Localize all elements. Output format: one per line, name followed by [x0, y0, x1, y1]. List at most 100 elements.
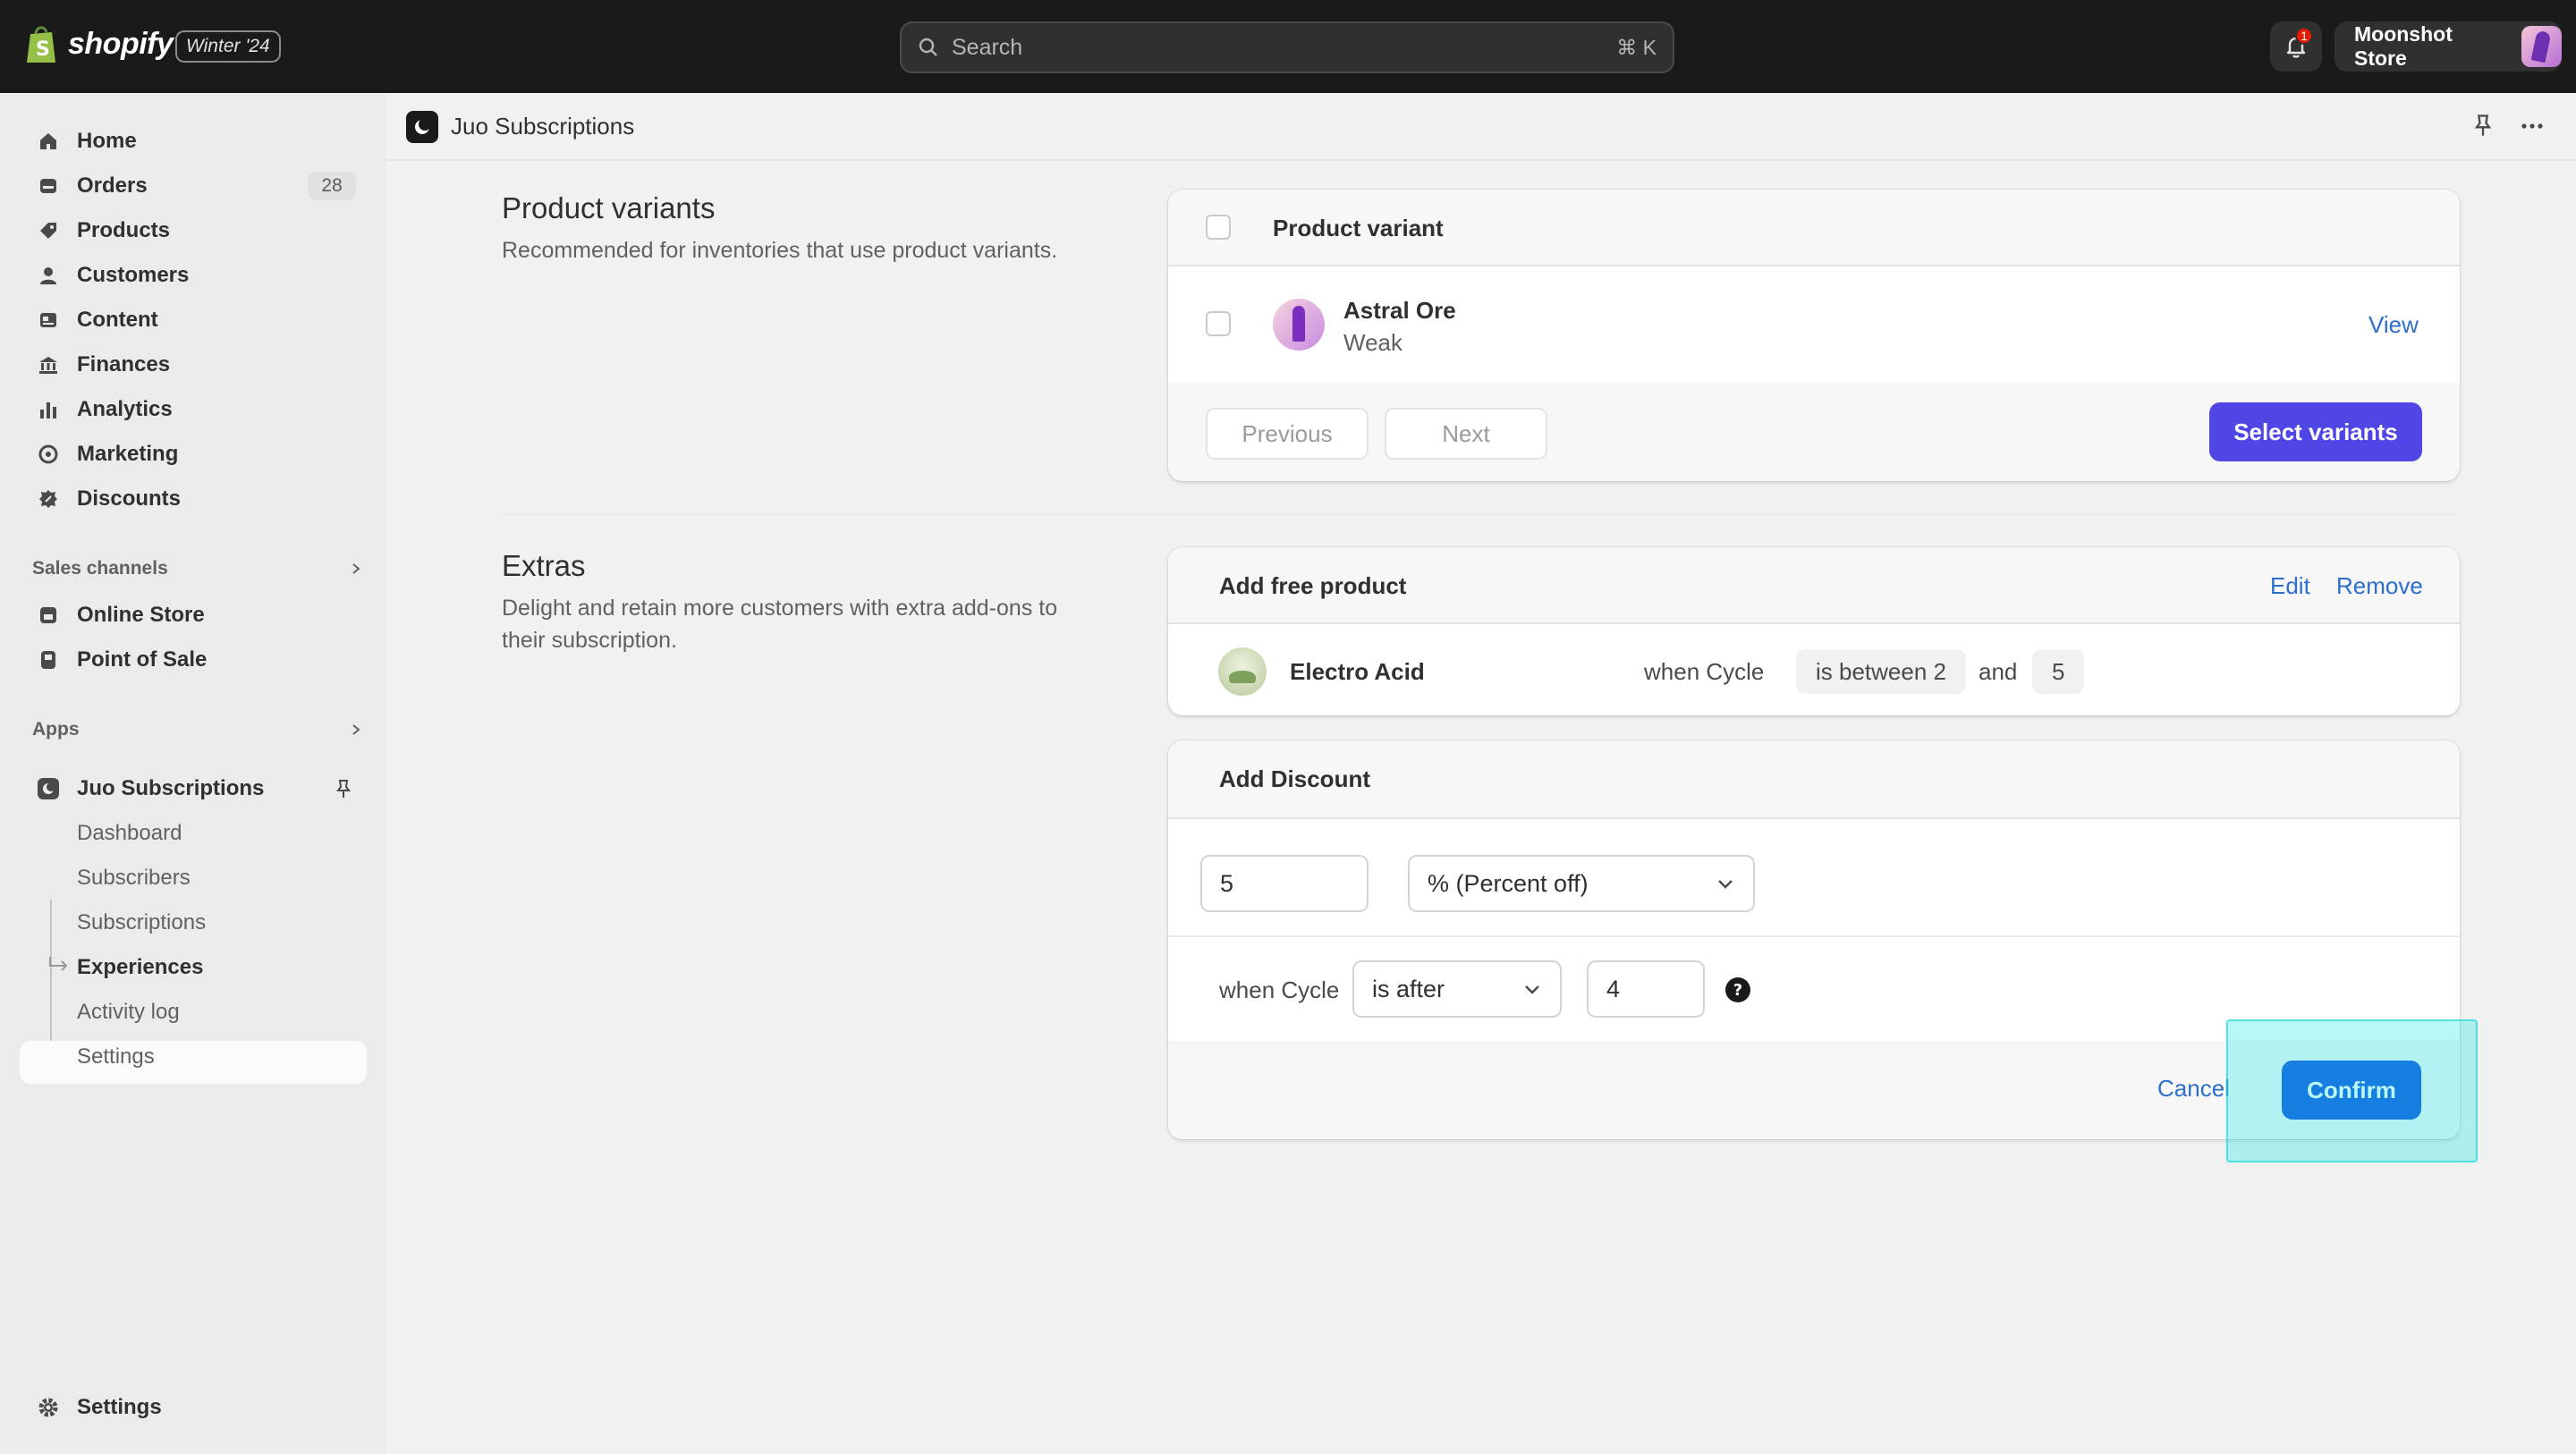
select-variants-button[interactable]: Select variants [2209, 402, 2422, 461]
cycle-condition-select[interactable]: is after [1352, 960, 1562, 1018]
cancel-link[interactable]: Cancel [2157, 1075, 2230, 1103]
apps-header[interactable]: Apps [32, 719, 363, 740]
previous-button[interactable]: Previous [1206, 408, 1368, 460]
sidebar-item-label: Juo Subscriptions [77, 776, 265, 800]
tag-icon [36, 218, 61, 243]
view-variant-link[interactable]: View [2368, 311, 2419, 339]
edit-link[interactable]: Edit [2270, 572, 2310, 600]
pin-icon[interactable] [333, 778, 354, 799]
svg-text:S: S [36, 38, 50, 61]
sidebar-item-settings[interactable]: Settings [20, 1386, 367, 1429]
sales-channels-label: Sales channels [32, 558, 168, 579]
row-checkbox[interactable] [1206, 311, 1231, 336]
chevron-down-icon [1525, 985, 1539, 994]
section-divider [502, 513, 2460, 515]
target-highlight-overlay [2226, 1019, 2478, 1162]
sidebar-subitem-subscriptions[interactable]: Subscriptions [77, 910, 206, 935]
sidebar-item-home[interactable]: Home [20, 120, 367, 163]
sidebar-item-online-store[interactable]: Online Store [20, 594, 367, 637]
sidebar-subitem-activity-log[interactable]: Activity log [77, 1000, 180, 1025]
gear-icon [36, 1395, 61, 1420]
pin-icon[interactable] [2470, 113, 2496, 138]
sidebar-item-label: Online Store [77, 603, 205, 627]
variant-option-name: Weak [1343, 329, 1402, 356]
sidebar-item-label: Home [77, 129, 137, 153]
sidebar-item-label: Marketing [77, 442, 179, 466]
tree-branch-icon [49, 957, 68, 971]
sidebar-item-finances[interactable]: Finances [20, 343, 367, 386]
sidebar-item-label: Content [77, 308, 158, 332]
shopify-wordmark: shopify [68, 26, 174, 61]
sidebar-item-content[interactable]: Content [20, 299, 367, 342]
free-product-card: Add free product Edit Remove Electro Aci… [1168, 547, 2460, 715]
search-input[interactable]: Search ⌘ K [900, 21, 1674, 73]
sidebar-subitem-experiences[interactable]: Experiences [77, 955, 203, 980]
sidebar-subitem-dashboard[interactable]: Dashboard [77, 821, 182, 846]
help-icon[interactable]: ? [1724, 976, 1751, 1003]
sidebar-item-label: Analytics [77, 397, 173, 421]
add-free-product-heading: Add free product [1219, 572, 1407, 599]
and-text: and [1979, 658, 2018, 685]
sidebar-item-juo-subscriptions[interactable]: Juo Subscriptions [20, 767, 367, 810]
remove-link[interactable]: Remove [2336, 572, 2423, 600]
sidebar-item-point-of-sale[interactable]: Point of Sale [20, 638, 367, 681]
sidebar-subitem-settings[interactable]: Settings [77, 1044, 155, 1069]
product-variant-column-header: Product variant [1273, 215, 1444, 241]
sidebar-item-label: Point of Sale [77, 647, 208, 672]
cycle-value-input[interactable]: 4 [1587, 960, 1705, 1018]
extras-description-line1: Delight and retain more customers with e… [502, 596, 1058, 621]
home-icon [36, 129, 61, 154]
next-button[interactable]: Next [1385, 408, 1547, 460]
orders-count-badge: 28 [308, 172, 356, 200]
juo-app-icon [36, 776, 61, 801]
sidebar-item-customers[interactable]: Customers [20, 254, 367, 297]
sidebar-item-label: Products [77, 218, 171, 242]
discount-icon [36, 486, 61, 511]
shopify-logo[interactable]: S shopify [25, 23, 174, 64]
notification-badge: 1 [2295, 27, 2313, 45]
top-bar: S shopify Winter '24 Search ⌘ K 1 Moonsh… [0, 0, 2576, 93]
apps-label: Apps [32, 719, 80, 740]
product-variants-title: Product variants [502, 191, 716, 224]
end-value-pill: 5 [2032, 649, 2085, 694]
product-variants-description: Recommended for inventories that use pro… [502, 238, 1058, 263]
add-discount-heading: Add Discount [1219, 765, 1370, 792]
sidebar-item-label: Discounts [77, 486, 182, 511]
search-placeholder: Search [952, 34, 1023, 60]
app-header: Juo Subscriptions [386, 93, 2576, 161]
store-icon [36, 603, 61, 628]
sidebar-item-products[interactable]: Products [20, 209, 367, 252]
free-product-name: Electro Acid [1290, 658, 1425, 685]
notifications-button[interactable]: 1 [2270, 21, 2322, 72]
app-title: Juo Subscriptions [451, 113, 635, 139]
discount-amount-input[interactable]: 5 [1200, 855, 1368, 912]
more-options-icon[interactable] [2519, 113, 2546, 139]
store-avatar [2521, 26, 2562, 67]
store-menu-button[interactable]: Moonshot Store [2334, 21, 2562, 72]
sidebar-item-discounts[interactable]: Discounts [20, 478, 367, 520]
extras-title: Extras [502, 549, 586, 582]
search-icon [919, 38, 937, 56]
extras-description-line2: their subscription. [502, 628, 677, 653]
discount-type-select[interactable]: % (Percent off) [1408, 855, 1755, 912]
sidebar-item-orders[interactable]: Orders 28 [20, 165, 367, 207]
person-icon [36, 263, 61, 288]
sidebar: Home Orders 28 Products Customers Conten… [0, 93, 386, 1454]
sidebar-subitem-subscribers[interactable]: Subscribers [77, 866, 191, 891]
product-thumbnail [1273, 299, 1325, 351]
sales-channels-header[interactable]: Sales channels [32, 558, 363, 579]
sidebar-item-label: Settings [77, 1395, 162, 1419]
sidebar-item-label: Orders [77, 173, 148, 198]
store-name: Moonshot Store [2354, 22, 2453, 70]
chart-icon [36, 397, 61, 422]
target-icon [36, 442, 61, 467]
select-all-checkbox[interactable] [1206, 215, 1231, 240]
sidebar-item-analytics[interactable]: Analytics [20, 388, 367, 431]
search-shortcut: ⌘ K [1616, 35, 1657, 59]
chevron-right-icon [352, 724, 360, 735]
free-product-when-text: when Cycle [1644, 658, 1765, 685]
sidebar-item-label: Finances [77, 352, 171, 376]
sidebar-item-marketing[interactable]: Marketing [20, 433, 367, 476]
discount-type-value: % (Percent off) [1428, 869, 1589, 897]
shopify-bag-icon: S [27, 26, 55, 63]
